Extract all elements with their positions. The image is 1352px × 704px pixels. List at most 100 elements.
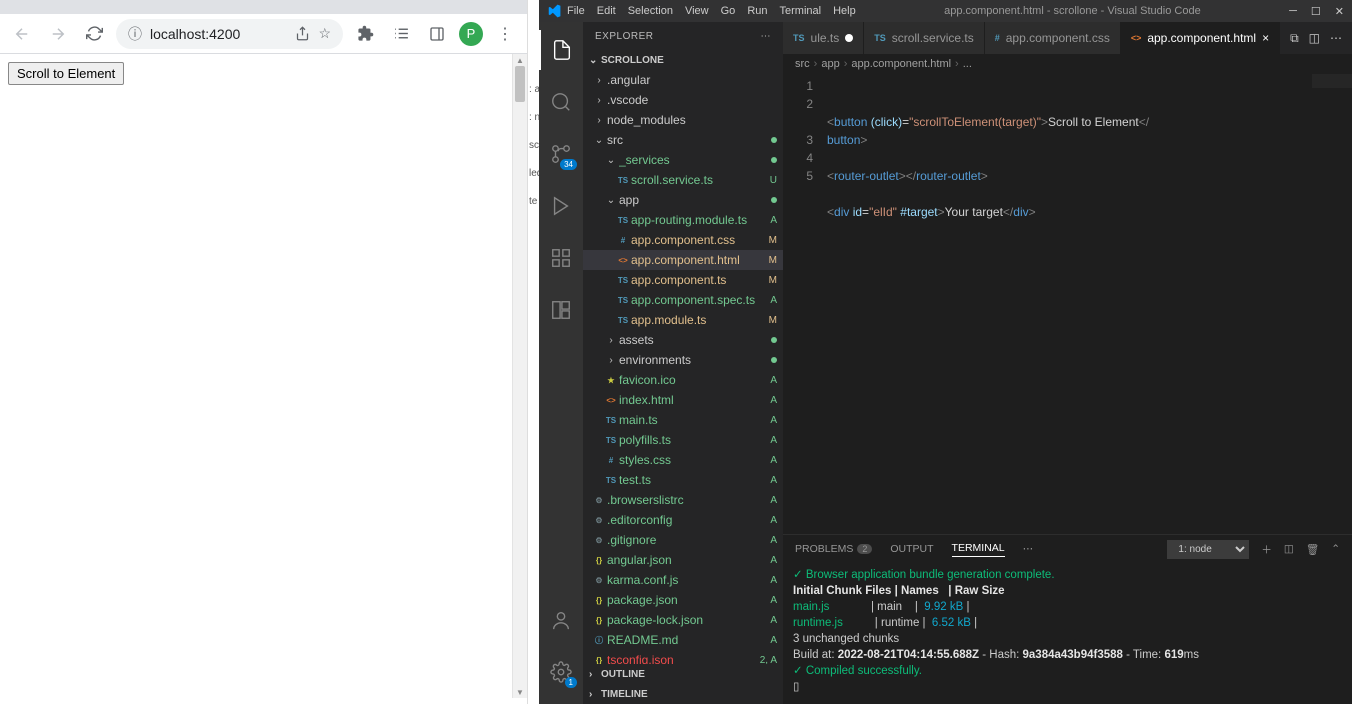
tree-item[interactable]: ›.angular <box>583 70 783 90</box>
titlebar[interactable]: FileEditSelectionViewGoRunTerminalHelp a… <box>539 0 1352 22</box>
code-editor[interactable]: 12 345 <button (click)="scrollToElement(… <box>783 74 1352 534</box>
tree-item[interactable]: TSapp.component.spec.tsA <box>583 290 783 310</box>
menu-edit[interactable]: Edit <box>597 5 616 17</box>
tree-item[interactable]: ⚙.gitignoreA <box>583 530 783 550</box>
menu-help[interactable]: Help <box>833 5 856 17</box>
tree-item[interactable]: #app.component.cssM <box>583 230 783 250</box>
scroll-down-arrow[interactable]: ▼ <box>513 686 527 698</box>
tree-item[interactable]: TSpolyfills.tsA <box>583 430 783 450</box>
project-section[interactable]: ⌄SCROLLONE <box>583 50 783 70</box>
source-control-icon[interactable]: 34 <box>539 134 583 174</box>
tree-item[interactable]: ⚙karma.conf.jsA <box>583 570 783 590</box>
tree-item[interactable]: ⌄_services <box>583 150 783 170</box>
menubar: File Edit Selection View Go Run Terminal Help <box>567 5 856 17</box>
layout-icon[interactable] <box>539 290 583 330</box>
menu-run[interactable]: Run <box>747 5 767 17</box>
breadcrumbs[interactable]: src›app›app.component.html›... <box>783 54 1352 74</box>
menu-terminal[interactable]: Terminal <box>780 5 822 17</box>
sidebar-header: EXPLORER⋯ <box>583 22 783 50</box>
tree-item[interactable]: ⓘREADME.mdA <box>583 630 783 650</box>
kill-terminal-icon[interactable]: 🗑 <box>1306 543 1319 556</box>
scm-badge: 34 <box>560 159 577 170</box>
chrome-menu-icon[interactable]: ⋮ <box>491 20 519 48</box>
output-tab[interactable]: OUTPUT <box>890 543 933 555</box>
background-window-strip: : a: nscledte <box>527 0 539 704</box>
minimap[interactable] <box>1312 74 1352 88</box>
tree-item[interactable]: ★favicon.icoA <box>583 370 783 390</box>
search-icon[interactable] <box>539 82 583 122</box>
tree-item[interactable]: ⚙.browserslistrcA <box>583 490 783 510</box>
maximize-button[interactable]: ☐ <box>1311 5 1321 18</box>
tree-item[interactable]: ›.vscode <box>583 90 783 110</box>
scroll-to-element-button[interactable]: Scroll to Element <box>8 62 124 85</box>
panel-maximize-icon[interactable]: ⌃ <box>1331 543 1340 555</box>
sidebar-more-icon[interactable]: ⋯ <box>761 31 772 42</box>
terminal-select[interactable]: 1: node <box>1167 540 1249 559</box>
outline-section[interactable]: ›OUTLINE <box>583 664 783 684</box>
scroll-thumb[interactable] <box>515 66 525 102</box>
tree-item[interactable]: TSmain.tsA <box>583 410 783 430</box>
editor-tab[interactable]: #app.component.css <box>985 22 1121 54</box>
site-info-icon[interactable]: ⓘ <box>128 24 142 44</box>
chrome-tabstrip[interactable] <box>0 0 527 14</box>
tree-item[interactable]: TStest.tsA <box>583 470 783 490</box>
tree-item[interactable]: {}tsconfig.json2, A <box>583 650 783 664</box>
tree-item[interactable]: ›assets <box>583 330 783 350</box>
tree-item[interactable]: ›environments <box>583 350 783 370</box>
share-icon[interactable] <box>295 26 310 41</box>
menu-selection[interactable]: Selection <box>628 5 673 17</box>
tree-item[interactable]: ›node_modules <box>583 110 783 130</box>
tree-item[interactable]: TSscroll.service.tsU <box>583 170 783 190</box>
editor-area: TSule.tsTSscroll.service.ts#app.componen… <box>783 22 1352 704</box>
code-lines[interactable]: <button (click)="scrollToElement(target)… <box>823 74 1352 534</box>
bookmark-icon[interactable]: ☆ <box>318 25 331 42</box>
tree-item[interactable]: {}package.jsonA <box>583 590 783 610</box>
tree-item[interactable]: <>app.component.htmlM <box>583 250 783 270</box>
forward-button[interactable] <box>44 20 72 48</box>
menu-go[interactable]: Go <box>721 5 736 17</box>
profile-avatar[interactable]: P <box>459 22 483 46</box>
menu-file[interactable]: File <box>567 5 585 17</box>
close-window-button[interactable]: ✕ <box>1335 5 1344 18</box>
tree-item[interactable]: ⌄app <box>583 190 783 210</box>
terminal-tab[interactable]: TERMINAL <box>952 542 1005 557</box>
accounts-icon[interactable] <box>539 600 583 640</box>
menu-view[interactable]: View <box>685 5 709 17</box>
problems-tab[interactable]: PROBLEMS2 <box>795 543 872 555</box>
tree-item[interactable]: TSapp.component.tsM <box>583 270 783 290</box>
reading-list-icon[interactable] <box>387 20 415 48</box>
back-button[interactable] <box>8 20 36 48</box>
page-content: Scroll to Element <box>0 54 527 704</box>
scrollbar[interactable]: ▲ ▼ <box>512 54 527 698</box>
tree-item[interactable]: #styles.cssA <box>583 450 783 470</box>
terminal-output[interactable]: ✓ Browser application bundle generation … <box>783 563 1352 704</box>
tree-item[interactable]: TSapp-routing.module.tsA <box>583 210 783 230</box>
sidebar: EXPLORER⋯ ⌄SCROLLONE ›.angular›.vscode›n… <box>583 22 783 704</box>
editor-tab[interactable]: <>app.component.html× <box>1121 22 1280 54</box>
tree-item[interactable]: {}angular.jsonA <box>583 550 783 570</box>
extensions-icon[interactable] <box>539 238 583 278</box>
editor-more-icon[interactable]: ⋯ <box>1330 31 1342 45</box>
scroll-up-arrow[interactable]: ▲ <box>513 54 527 66</box>
split-terminal-icon[interactable]: ◫ <box>1284 543 1294 555</box>
minimize-button[interactable]: ─ <box>1289 5 1297 18</box>
side-panel-icon[interactable] <box>423 20 451 48</box>
editor-tab[interactable]: TSule.ts <box>783 22 864 54</box>
timeline-section[interactable]: ›TIMELINE <box>583 684 783 704</box>
tree-item[interactable]: ⌄src <box>583 130 783 150</box>
tree-item[interactable]: <>index.htmlA <box>583 390 783 410</box>
address-bar[interactable]: ⓘ localhost:4200 ☆ <box>116 19 343 49</box>
new-terminal-icon[interactable]: ＋ <box>1261 542 1272 557</box>
reload-button[interactable] <box>80 20 108 48</box>
tree-item[interactable]: ⚙.editorconfigA <box>583 510 783 530</box>
run-debug-icon[interactable] <box>539 186 583 226</box>
tree-item[interactable]: TSapp.module.tsM <box>583 310 783 330</box>
panel-more-icon[interactable]: ⋯ <box>1023 543 1034 555</box>
tree-item[interactable]: {}package-lock.jsonA <box>583 610 783 630</box>
editor-tab[interactable]: TSscroll.service.ts <box>864 22 985 54</box>
extensions-icon[interactable] <box>351 20 379 48</box>
settings-icon[interactable]: 1 <box>539 652 583 692</box>
explorer-icon[interactable] <box>539 30 583 70</box>
compare-icon[interactable]: ⧉ <box>1290 31 1299 46</box>
split-editor-icon[interactable]: ◫ <box>1309 31 1320 45</box>
